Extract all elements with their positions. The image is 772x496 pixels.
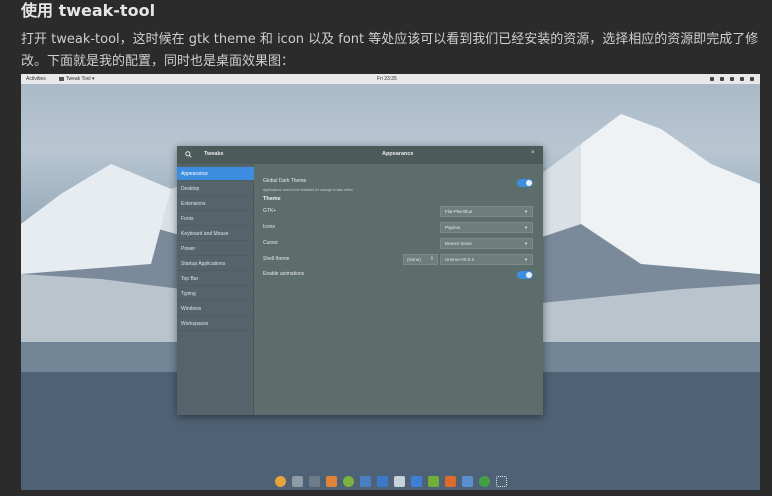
- activities-button[interactable]: Activities: [26, 76, 46, 82]
- animations-toggle[interactable]: [517, 271, 533, 279]
- shell-none-label: (None): [407, 257, 421, 262]
- app-menu-label: Tweak Tool ▾: [65, 76, 95, 82]
- document-icon[interactable]: [394, 476, 405, 487]
- cursor-theme-value: Breeze Snow: [445, 241, 472, 246]
- terminal-icon[interactable]: [309, 476, 320, 487]
- dark-theme-hint: Applications need to be restarted for ch…: [263, 188, 353, 192]
- gtk-theme-value: Flat-Plat-Blue: [445, 209, 473, 214]
- close-icon[interactable]: ×: [531, 150, 535, 156]
- shell-theme-value: Unerus-V0.0.2: [445, 257, 475, 262]
- sidebar-item-startup-applications[interactable]: Startup Applications: [177, 257, 254, 271]
- article: 使用 tweak-tool 打开 tweak-tool，这时候在 gtk the…: [0, 0, 772, 496]
- appearance-panel: Global Dark Theme Applications need to b…: [255, 164, 543, 415]
- sidebar-item-windows[interactable]: Windows: [177, 302, 254, 316]
- sidebar-item-workspaces[interactable]: Workspaces: [177, 317, 254, 331]
- icons-label: Icons: [263, 224, 275, 230]
- app-menu[interactable]: Tweak Tool ▾: [58, 76, 95, 82]
- icons-theme-value: Papirus: [445, 225, 461, 230]
- animations-label: Enable animations: [263, 271, 305, 277]
- top-bar: Activities Tweak Tool ▾ Fri 23:35: [21, 74, 760, 84]
- sidebar-item-typing[interactable]: Typing: [177, 287, 254, 301]
- gtk-label: GTK+: [263, 208, 277, 214]
- chevron-down-icon: ▼: [524, 241, 528, 246]
- desktop-screenshot: Activities Tweak Tool ▾ Fri 23:35 Tweaks…: [21, 74, 760, 490]
- search-icon[interactable]: [185, 151, 192, 158]
- sidebar-item-extensions[interactable]: Extensions: [177, 197, 254, 211]
- browser-icon[interactable]: [275, 476, 286, 487]
- apps-grid-icon[interactable]: [326, 476, 337, 487]
- dark-theme-label: Global Dark Theme: [263, 178, 307, 184]
- theme-section-title: Theme: [263, 196, 281, 202]
- sidebar-item-fonts[interactable]: Fonts: [177, 212, 254, 226]
- system-tray[interactable]: [710, 77, 754, 81]
- settings-icon[interactable]: [479, 476, 490, 487]
- sidebar: Appearance Desktop Extensions Fonts Keyb…: [177, 164, 254, 415]
- editor-icon[interactable]: [360, 476, 371, 487]
- sidebar-item-desktop[interactable]: Desktop: [177, 182, 254, 196]
- upload-icon: ⇩: [429, 256, 434, 262]
- screen-icon[interactable]: [710, 77, 714, 81]
- shell-theme-label: Shell theme: [263, 256, 290, 262]
- gtk-theme-select[interactable]: Flat-Plat-Blue ▼: [440, 206, 533, 217]
- tweaks-window: Tweaks Appearance × Appearance Desktop E…: [177, 146, 543, 415]
- image-viewer-icon[interactable]: [462, 476, 473, 487]
- network-icon[interactable]: [720, 77, 724, 81]
- sidebar-item-top-bar[interactable]: Top Bar: [177, 272, 254, 286]
- clock[interactable]: Fri 23:35: [377, 76, 397, 82]
- dark-theme-toggle[interactable]: [517, 179, 533, 187]
- window-header: Tweaks Appearance ×: [177, 146, 543, 164]
- sidebar-item-keyboard-mouse[interactable]: Keyboard and Mouse: [177, 227, 254, 241]
- presentation-icon[interactable]: [445, 476, 456, 487]
- chevron-down-icon: ▼: [524, 225, 528, 230]
- page-title: Appearance: [382, 151, 414, 157]
- sidebar-title: Tweaks: [204, 151, 224, 157]
- shell-theme-file-button[interactable]: (None) ⇩: [403, 254, 438, 265]
- dock: [275, 476, 507, 487]
- chevron-down-icon: ▼: [524, 257, 528, 262]
- volume-icon[interactable]: [730, 77, 734, 81]
- article-heading: 使用 tweak-tool: [21, 1, 156, 20]
- icons-theme-select[interactable]: Papirus ▼: [440, 222, 533, 233]
- chevron-down-icon[interactable]: [750, 77, 754, 81]
- writer-icon[interactable]: [411, 476, 422, 487]
- chevron-down-icon: ▼: [524, 209, 528, 214]
- battery-icon[interactable]: [740, 77, 744, 81]
- files-icon[interactable]: [292, 476, 303, 487]
- sidebar-item-appearance[interactable]: Appearance: [177, 167, 254, 181]
- shell-theme-select[interactable]: Unerus-V0.0.2 ▼: [440, 254, 533, 265]
- cursor-theme-select[interactable]: Breeze Snow ▼: [440, 238, 533, 249]
- spreadsheet-icon[interactable]: [428, 476, 439, 487]
- show-applications-icon[interactable]: [496, 476, 507, 487]
- sidebar-item-power[interactable]: Power: [177, 242, 254, 256]
- article-paragraph: 打开 tweak-tool，这时候在 gtk theme 和 icon 以及 f…: [21, 32, 759, 69]
- cursor-label: Cursor: [263, 240, 279, 246]
- android-icon[interactable]: [343, 476, 354, 487]
- app-icon: [58, 77, 64, 81]
- store-icon[interactable]: [377, 476, 388, 487]
